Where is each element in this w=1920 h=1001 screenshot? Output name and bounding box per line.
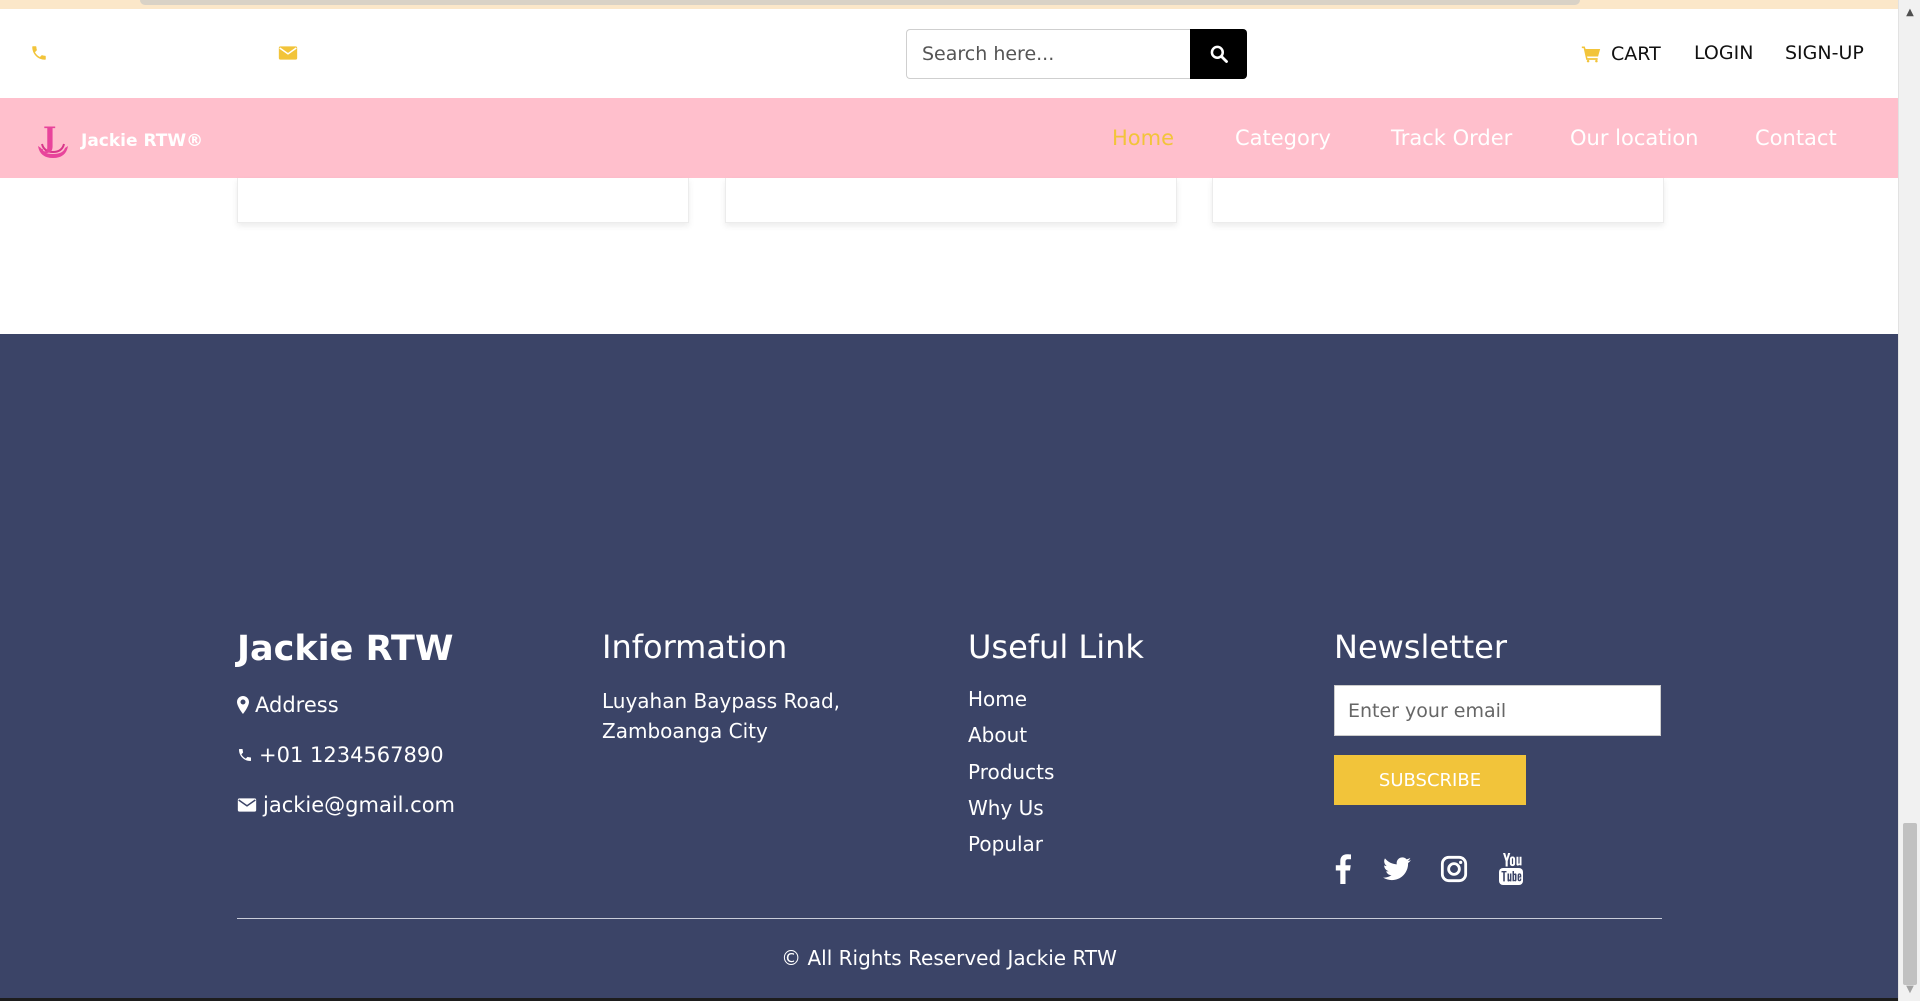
subscribe-button[interactable]: SUBSCRIBE xyxy=(1334,755,1526,805)
browser-top-strip xyxy=(0,0,1898,9)
browser-tab-edge xyxy=(140,0,1580,5)
footer-email: jackie@gmail.com xyxy=(237,793,455,817)
footer-brand-title: Jackie RTW xyxy=(237,629,454,669)
information-heading: Information xyxy=(602,628,788,666)
login-link[interactable]: LOGIN xyxy=(1694,42,1753,64)
logo-text[interactable]: Jackie RTW® xyxy=(81,131,203,151)
footer-link-products[interactable]: Products xyxy=(968,760,1054,784)
mail-icon xyxy=(278,46,298,60)
logo-letter: J xyxy=(40,121,56,154)
envelope-icon xyxy=(237,798,257,812)
useful-link-heading: Useful Link xyxy=(968,628,1144,666)
newsletter-heading: Newsletter xyxy=(1334,628,1507,666)
nav-item-home[interactable]: Home xyxy=(1112,126,1174,150)
twitter-icon xyxy=(1383,857,1411,881)
footer-address: Address xyxy=(237,693,339,717)
footer-link-why-us[interactable]: Why Us xyxy=(968,796,1044,820)
nav-item-contact[interactable]: Contact xyxy=(1755,126,1837,150)
search-button[interactable] xyxy=(1190,29,1247,79)
product-card xyxy=(1212,178,1664,223)
signup-link[interactable]: SIGN-UP xyxy=(1785,42,1864,64)
cart-label: CART xyxy=(1611,43,1661,65)
map-marker-icon xyxy=(237,696,249,714)
scrollbar-thumb[interactable] xyxy=(1903,823,1917,985)
cart-link[interactable]: CART xyxy=(1581,42,1661,66)
email-address: jackie@gmail.com xyxy=(263,793,456,817)
nav-item-category[interactable]: Category xyxy=(1235,126,1331,150)
footer-link-home[interactable]: Home xyxy=(968,687,1027,711)
vertical-scrollbar[interactable]: ▲ ▼ xyxy=(1898,0,1920,1001)
search-icon xyxy=(1210,45,1228,63)
instagram-link[interactable] xyxy=(1439,853,1469,885)
logo-icon[interactable]: J xyxy=(32,118,74,160)
twitter-link[interactable] xyxy=(1382,853,1412,885)
phone-number: +01 1234567890 xyxy=(259,743,444,767)
address-line-1: Luyahan Baypass Road, xyxy=(602,689,841,713)
cart-icon xyxy=(1581,46,1601,63)
address-label: Address xyxy=(255,693,339,717)
product-card xyxy=(237,178,689,223)
address-line-2: Zamboanga City xyxy=(602,719,768,743)
search-input[interactable] xyxy=(906,29,1191,79)
footer-divider xyxy=(237,918,1662,919)
phone-icon xyxy=(32,46,46,60)
scroll-up-arrow-icon[interactable]: ▲ xyxy=(1899,6,1920,20)
newsletter-email-input[interactable] xyxy=(1334,685,1661,736)
copyright-text: © All Rights Reserved Jackie RTW xyxy=(781,946,1117,970)
nav-item-track-order[interactable]: Track Order xyxy=(1391,126,1512,150)
youtube-icon xyxy=(1499,853,1523,885)
information-address: Luyahan Baypass Road, Zamboanga City xyxy=(602,686,882,746)
product-card xyxy=(725,178,1177,223)
footer-link-about[interactable]: About xyxy=(968,723,1027,747)
facebook-link[interactable] xyxy=(1328,853,1358,885)
instagram-icon xyxy=(1440,855,1468,883)
scroll-down-arrow-icon[interactable]: ▼ xyxy=(1899,983,1920,997)
phone-icon xyxy=(239,749,251,761)
footer-link-popular[interactable]: Popular xyxy=(968,832,1043,856)
footer-phone: +01 1234567890 xyxy=(237,743,444,767)
facebook-icon xyxy=(1335,854,1351,884)
youtube-link[interactable] xyxy=(1496,853,1526,885)
nav-item-our-location[interactable]: Our location xyxy=(1570,126,1698,150)
